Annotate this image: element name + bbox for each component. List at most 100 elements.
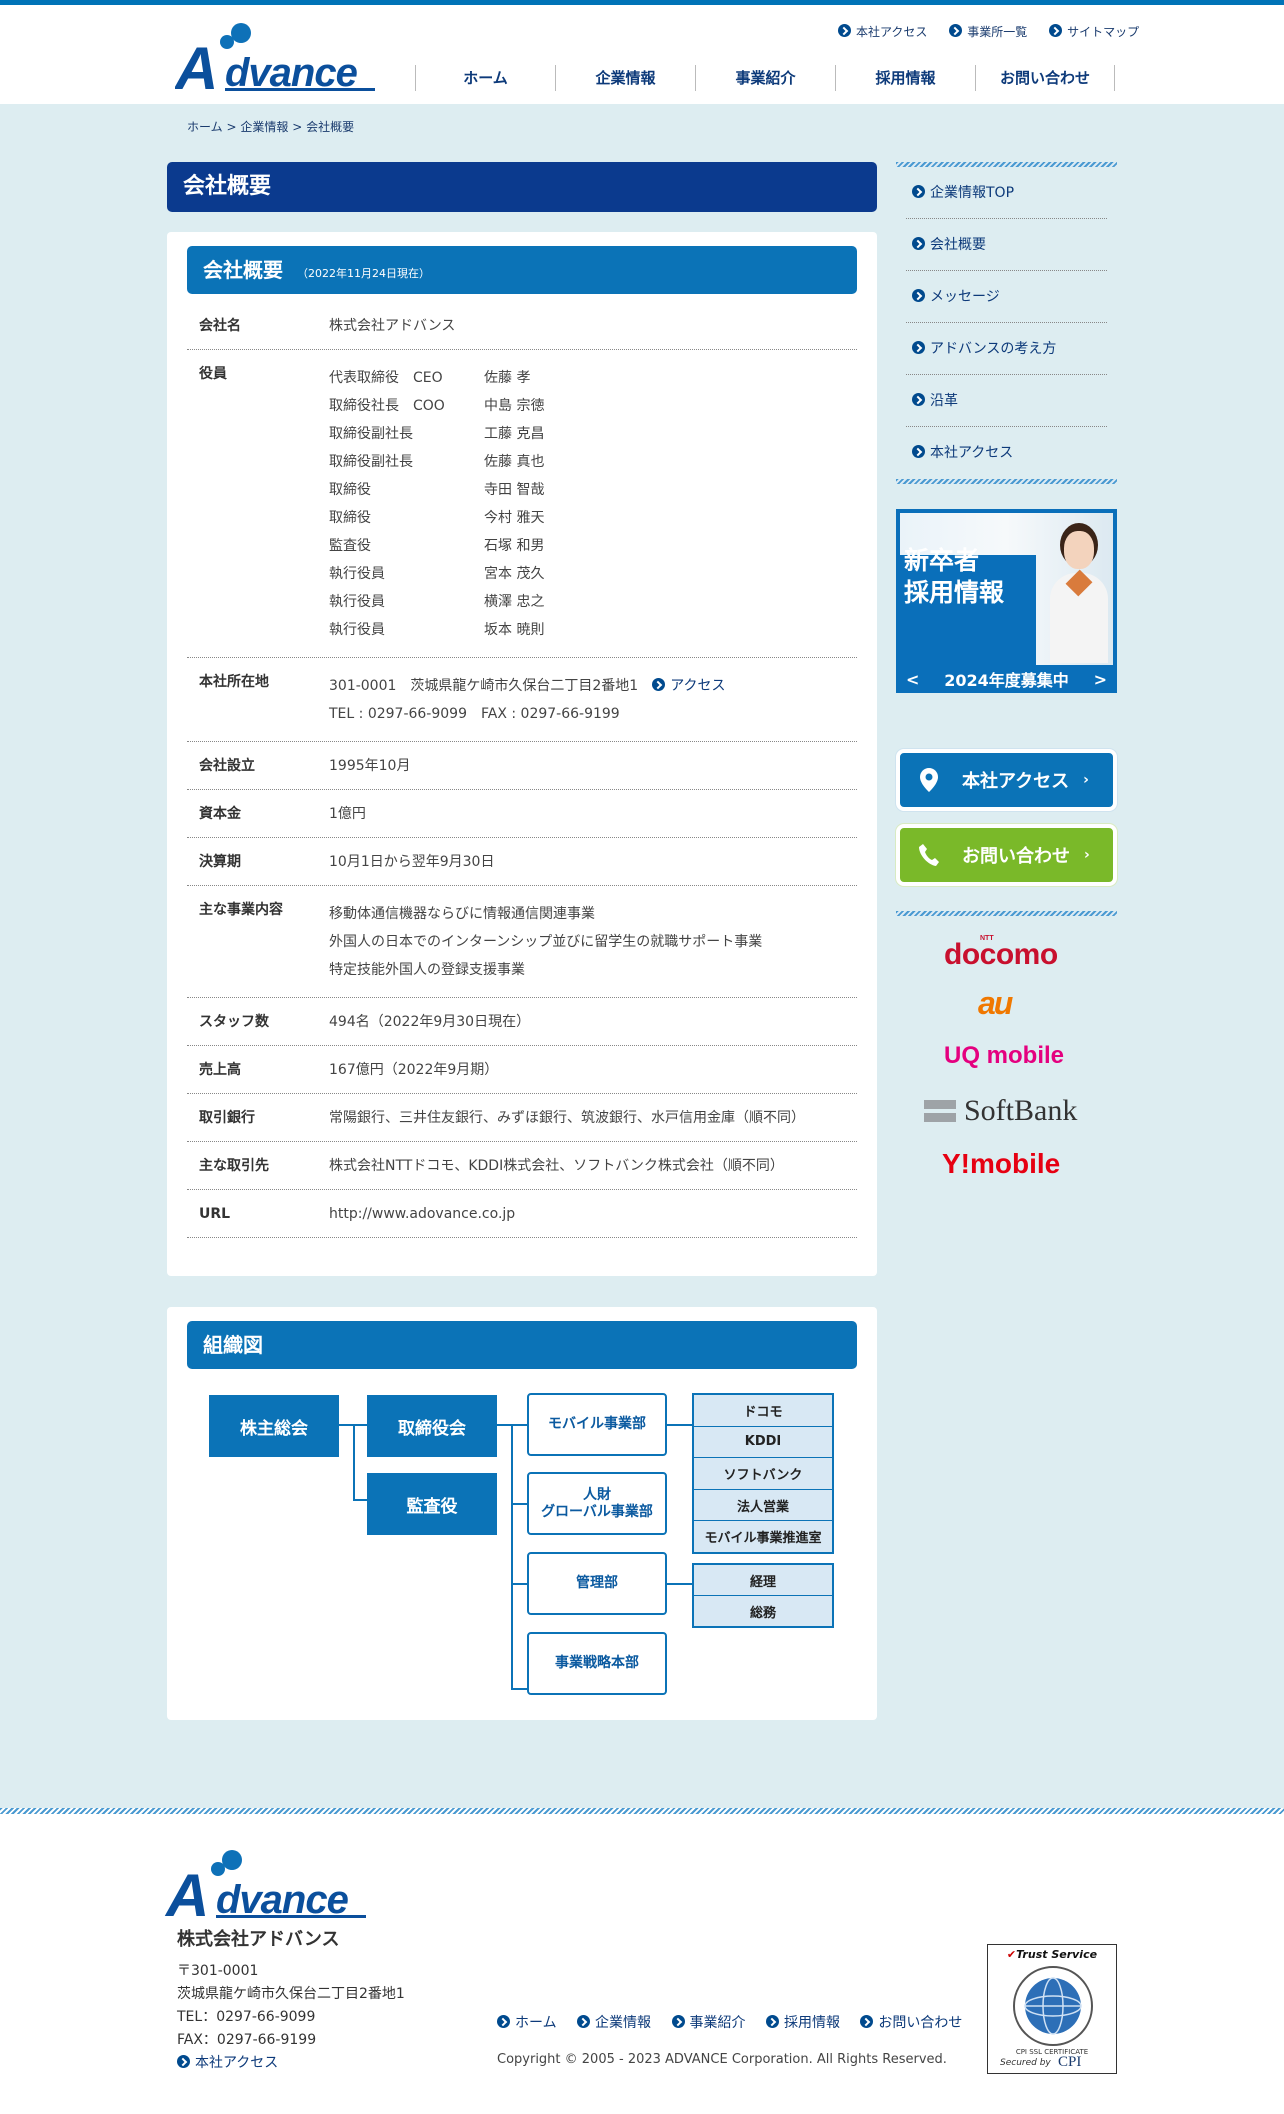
nav-home[interactable]: ホーム bbox=[415, 65, 555, 91]
officer-row: 執行役員 横澤 忠之 bbox=[329, 588, 857, 616]
footer-nav-company[interactable]: 企業情報 bbox=[577, 2015, 651, 2031]
arrow-circle-icon bbox=[912, 185, 925, 198]
nav-contact[interactable]: お問い合わせ bbox=[975, 65, 1115, 91]
trust-title: Trust Service bbox=[1016, 1948, 1098, 1961]
sidebar-item-history[interactable]: 沿革 bbox=[906, 375, 1107, 427]
softbank-logo: SoftBank bbox=[924, 1094, 1077, 1128]
recruit-banner[interactable]: 新卒者 採用情報 < 2024年度募集中 > bbox=[896, 509, 1117, 693]
org-strategy-division: 事業戦略本部 bbox=[527, 1632, 667, 1695]
officer-name: 宮本 茂久 bbox=[484, 566, 545, 582]
util-nav-access[interactable]: 本社アクセス bbox=[838, 24, 927, 39]
sidebar-item-company-top[interactable]: 企業情報TOP bbox=[906, 167, 1107, 219]
chevron-right-icon: › bbox=[1084, 847, 1090, 863]
nav-company[interactable]: 企業情報 bbox=[555, 65, 695, 91]
org-mobile-division: モバイル事業部 bbox=[527, 1393, 667, 1456]
org-hr-global-division: 人財 グローバル事業部 bbox=[527, 1472, 667, 1535]
arrow-circle-icon bbox=[1049, 24, 1063, 37]
recruit-woman-image bbox=[1048, 517, 1110, 667]
footer-access-link[interactable]: 本社アクセス bbox=[177, 2052, 405, 2075]
access-button[interactable]: 本社アクセス › bbox=[896, 749, 1117, 811]
org-unit-kddi: KDDI bbox=[694, 1427, 832, 1459]
nav-recruit[interactable]: 採用情報 bbox=[835, 65, 975, 91]
trust-secured-label: Secured by bbox=[1000, 2058, 1051, 2068]
site-header: A dvance 本社アクセス 事業所一覧 サイトマップ ホーム 企業情報 事業… bbox=[0, 5, 1284, 104]
arrow-circle-icon bbox=[577, 2015, 591, 2028]
breadcrumb: ホーム > 企業情報 > 会社概要 bbox=[187, 120, 355, 134]
softbank-mark-icon bbox=[924, 1100, 956, 1122]
arrow-circle-icon bbox=[949, 24, 963, 37]
footer-nav-recruit[interactable]: 採用情報 bbox=[765, 2015, 840, 2031]
overview-as-of: （2022年11月24日現在） bbox=[297, 267, 430, 280]
row-officers: 役員 代表取締役 CEO 佐藤 孝取締役社長 COO 中島 宗徳 取締役副社長 工藤 克… bbox=[187, 350, 857, 658]
org-unit-general-affairs: 総務 bbox=[749, 1605, 776, 1621]
org-admin-division: 管理部 bbox=[527, 1552, 667, 1615]
arrow-circle-icon bbox=[765, 2015, 779, 2028]
banner-line1: 新卒者 bbox=[904, 546, 980, 575]
global-nav: ホーム 企業情報 事業紹介 採用情報 お問い合わせ bbox=[415, 65, 1115, 91]
org-board: 取締役会 bbox=[367, 1395, 497, 1457]
org-heading: 組織図 bbox=[187, 1321, 857, 1369]
org-shareholders: 株主総会 bbox=[209, 1395, 339, 1457]
trust-brand: CPI bbox=[1058, 2054, 1082, 2070]
sidebar-item-access[interactable]: 本社アクセス bbox=[906, 427, 1107, 479]
nav-business[interactable]: 事業紹介 bbox=[695, 65, 835, 91]
officer-name: 今村 雅天 bbox=[484, 510, 545, 526]
officer-row: 取締役副社長 佐藤 真也 bbox=[329, 448, 857, 476]
util-nav-offices[interactable]: 事業所一覧 bbox=[949, 24, 1027, 39]
row-founded: 会社設立 1995年10月 bbox=[187, 742, 857, 790]
officer-row: 代表取締役 CEO 佐藤 孝 bbox=[329, 364, 857, 392]
page-title: 会社概要 bbox=[167, 162, 877, 212]
org-unit-docomo: ドコモ bbox=[694, 1395, 832, 1427]
site-logo[interactable]: A dvance bbox=[175, 23, 380, 97]
row-business: 主な事業内容 移動体通信機器ならびに情報通信関連事業 外国人の日本でのインターン… bbox=[187, 886, 857, 998]
chevron-right-icon: > bbox=[1093, 669, 1107, 689]
officer-position: 取締役副社長 bbox=[329, 426, 413, 442]
ssl-trust-seal[interactable]: ✔Trust Service CPI SSL CERTIFICATE Secur… bbox=[987, 1944, 1117, 2074]
banner-recruit-bar: < 2024年度募集中 > bbox=[896, 665, 1117, 693]
overview-panel: 会社概要 （2022年11月24日現在） 会社名 株式会社アドバンス 役員 代表取… bbox=[167, 232, 877, 1276]
sidebar-item-philosophy[interactable]: アドバンスの考え方 bbox=[906, 323, 1107, 375]
copyright: Copyright © 2005 - 2023 ADVANCE Corporat… bbox=[497, 2052, 947, 2067]
officer-name: 坂本 暁則 bbox=[484, 622, 545, 638]
officer-row: 執行役員 坂本 暁則 bbox=[329, 616, 857, 644]
officer-position: 取締役 bbox=[329, 482, 371, 498]
hq-access-link[interactable]: アクセス bbox=[652, 678, 726, 694]
officer-position: 執行役員 bbox=[329, 566, 385, 582]
util-nav-sitemap[interactable]: サイトマップ bbox=[1049, 24, 1139, 39]
footer-nav: ホーム 企業情報 事業紹介 採用情報 お問い合わせ bbox=[497, 2012, 978, 2032]
logo-initial: A bbox=[175, 39, 219, 97]
contact-button[interactable]: お問い合わせ › bbox=[896, 824, 1117, 886]
footer-logo[interactable]: A dvance bbox=[166, 1850, 371, 1926]
company-info-table: 会社名 株式会社アドバンス 役員 代表取締役 CEO 佐藤 孝取締役社長 COO 中… bbox=[187, 302, 857, 1238]
footer-nav-home[interactable]: ホーム bbox=[497, 2015, 557, 2031]
arrow-circle-icon bbox=[912, 445, 925, 458]
org-admin-units: 経理 総務 bbox=[692, 1563, 834, 1628]
globe-seal-icon bbox=[1013, 1966, 1093, 2046]
phone-icon bbox=[919, 844, 939, 866]
row-banks: 取引銀行 常陽銀行、三井住友銀行、みずほ銀行、筑波銀行、水戸信用金庫（順不同） bbox=[187, 1094, 857, 1142]
row-fiscal: 決算期 10月1日から翌年9月30日 bbox=[187, 838, 857, 886]
officer-row: 取締役社長 COO 中島 宗徳 bbox=[329, 392, 857, 420]
officer-position: 監査役 bbox=[329, 538, 371, 554]
footer-nav-contact[interactable]: お問い合わせ bbox=[860, 2015, 962, 2031]
breadcrumb-current: 会社概要 bbox=[306, 120, 355, 134]
sidebar-item-message[interactable]: メッセージ bbox=[906, 271, 1107, 323]
sidebar-menu: 企業情報TOP 会社概要 メッセージ アドバンスの考え方 沿革 本社アクセス bbox=[896, 167, 1117, 479]
officer-name: 佐藤 孝 bbox=[484, 370, 531, 386]
check-icon: ✔ bbox=[1006, 1948, 1017, 1961]
footer-nav-business[interactable]: 事業紹介 bbox=[671, 2015, 746, 2031]
officer-position: 代表取締役 CEO bbox=[329, 370, 443, 386]
row-hq: 本社所在地 301-0001 茨城県龍ケ崎市久保台二丁目2番地1 アクセス TE… bbox=[187, 658, 857, 742]
officer-row: 監査役 石塚 和男 bbox=[329, 532, 857, 560]
arrow-circle-icon bbox=[912, 289, 925, 302]
overview-heading: 会社概要 （2022年11月24日現在） bbox=[187, 246, 857, 294]
sidebar-item-overview[interactable]: 会社概要 bbox=[906, 219, 1107, 271]
officer-position: 取締役 bbox=[329, 510, 371, 526]
arrow-circle-icon bbox=[860, 2015, 874, 2028]
org-auditor: 監査役 bbox=[367, 1473, 497, 1535]
breadcrumb-home[interactable]: ホーム bbox=[187, 120, 223, 134]
arrow-circle-icon bbox=[912, 393, 925, 406]
breadcrumb-company[interactable]: 企業情報 bbox=[240, 120, 288, 134]
officer-name: 佐藤 真也 bbox=[484, 454, 545, 470]
sidebar-stripe-bottom bbox=[896, 911, 1117, 916]
